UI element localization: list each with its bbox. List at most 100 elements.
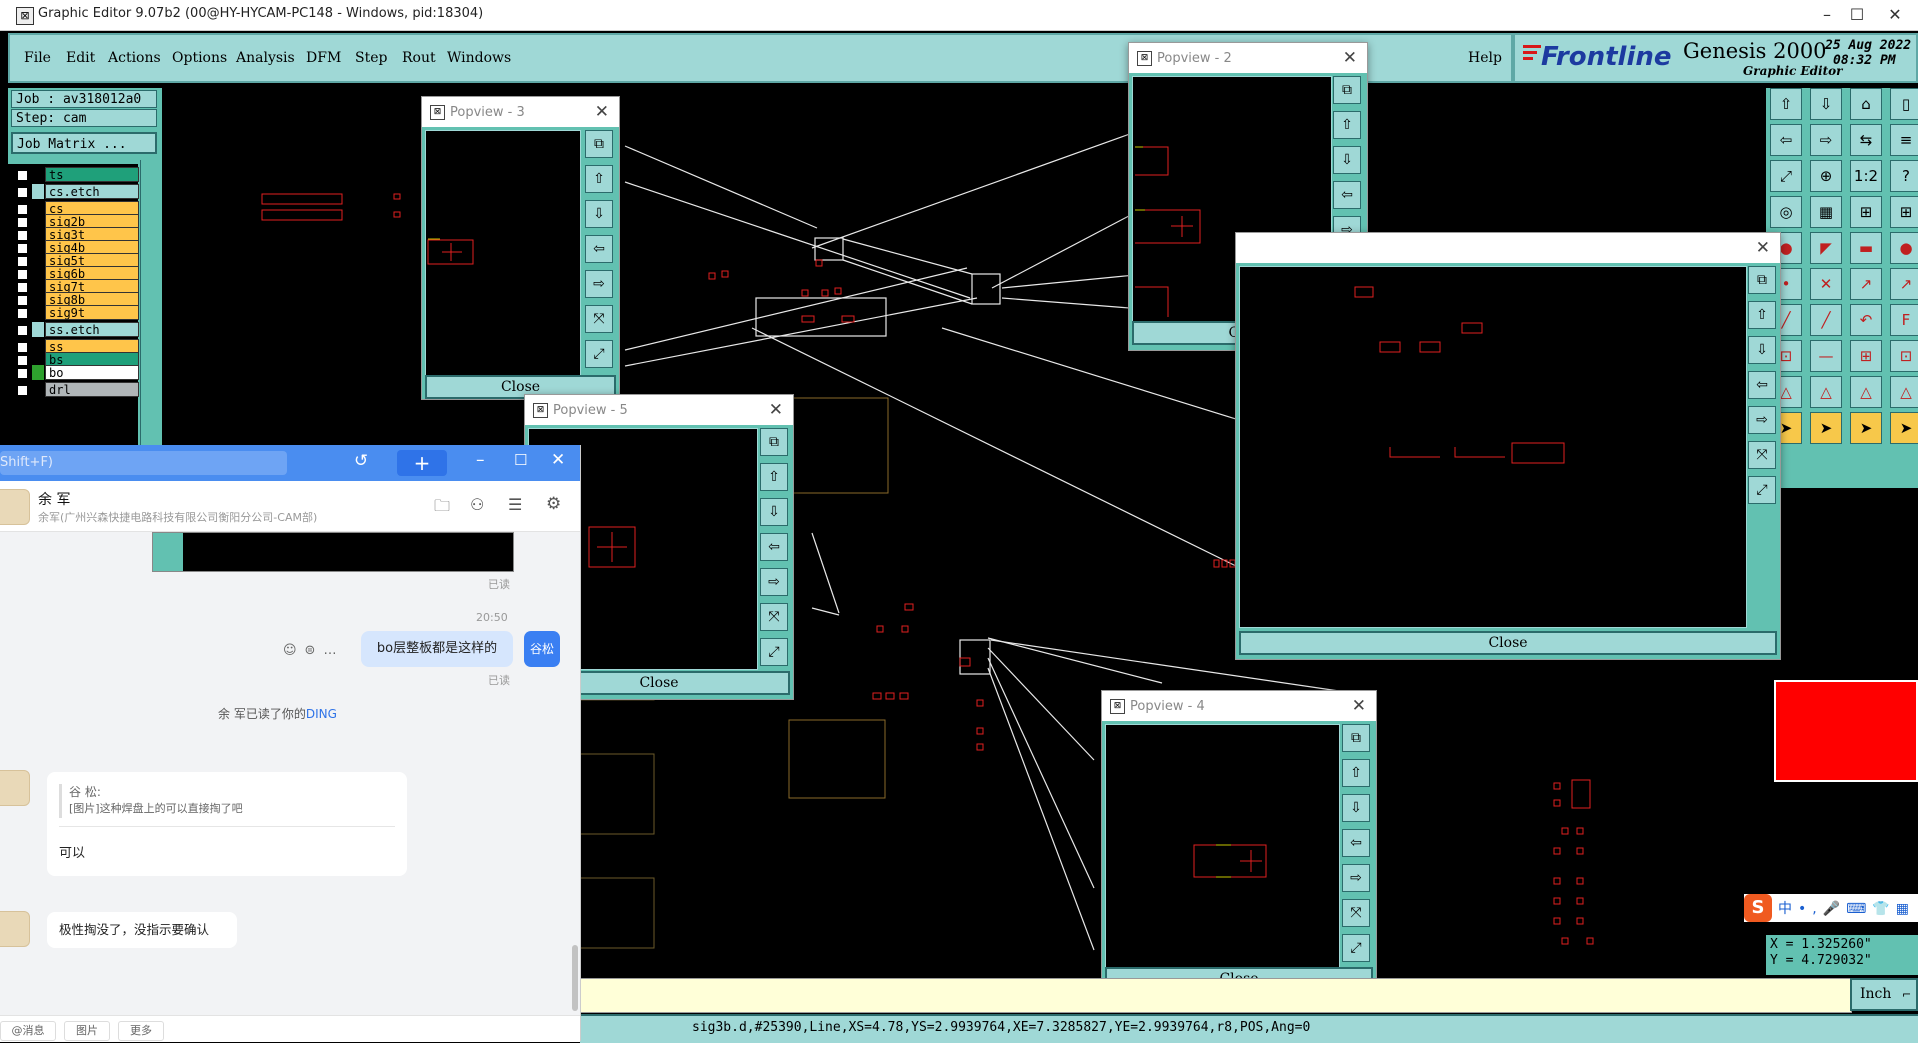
- pan-up-icon[interactable]: ⇧: [1770, 88, 1802, 120]
- zoom-fit-icon[interactable]: ⧉: [585, 130, 613, 158]
- line-icon[interactable]: ▬: [1850, 232, 1882, 264]
- close-icon[interactable]: ✕: [1756, 238, 1770, 258]
- layer-name[interactable]: drl: [45, 382, 139, 397]
- font-icon[interactable]: F: [1890, 304, 1918, 336]
- layer-name[interactable]: ts: [45, 167, 139, 182]
- menu-help[interactable]: Help: [1468, 50, 1502, 66]
- dash-icon[interactable]: —: [1810, 340, 1842, 372]
- tab-images[interactable]: 图片: [64, 1021, 110, 1041]
- close-icon[interactable]: ✕: [769, 400, 783, 420]
- pan-left-icon[interactable]: ⇦: [1748, 371, 1776, 399]
- layer-row-drl[interactable]: drl: [12, 382, 140, 397]
- incoming-message[interactable]: 极性掏没了，没指示要确认: [47, 912, 237, 948]
- zoom-out-icon[interactable]: ⤢: [585, 340, 613, 368]
- dot-icon[interactable]: ●: [1890, 232, 1918, 264]
- menu-actions[interactable]: Actions: [108, 50, 161, 66]
- select-arrow-icon[interactable]: ➤: [1890, 412, 1918, 444]
- layer-checkbox[interactable]: [16, 324, 29, 337]
- pan-left-icon[interactable]: ⇦: [585, 235, 613, 263]
- triangle4-icon[interactable]: △: [1890, 376, 1918, 408]
- select-box-icon[interactable]: ⊡: [1890, 340, 1918, 372]
- close-icon[interactable]: ✕: [595, 102, 609, 122]
- popview-canvas[interactable]: [1105, 724, 1340, 968]
- zoom-out-icon[interactable]: ⤢: [1342, 934, 1370, 962]
- popview-canvas[interactable]: [1239, 266, 1747, 628]
- close-icon[interactable]: ✕: [551, 450, 565, 470]
- list-icon[interactable]: ≡: [1890, 124, 1918, 156]
- add-member-icon[interactable]: ⚇: [470, 495, 484, 514]
- tab-more[interactable]: 更多: [118, 1021, 164, 1041]
- chat-search-input[interactable]: Shift+F): [0, 451, 287, 475]
- pan-left-icon[interactable]: ⇦: [1770, 124, 1802, 156]
- zoom-fit-icon[interactable]: ⧉: [760, 428, 788, 456]
- image-message-thumbnail[interactable]: [152, 532, 514, 572]
- pan-up-icon[interactable]: ⇧: [1333, 111, 1361, 139]
- page-icon[interactable]: ▯: [1890, 88, 1918, 120]
- scale-icon[interactable]: 1:2: [1850, 160, 1882, 192]
- layer-checkbox[interactable]: [16, 169, 29, 182]
- frame-icon[interactable]: ⊞: [1850, 340, 1882, 372]
- pan-right-icon[interactable]: ⇨: [1748, 406, 1776, 434]
- layer-checkbox[interactable]: [16, 186, 29, 199]
- layer-row-cs-etch[interactable]: cs.etch: [12, 184, 140, 199]
- pan-left-icon[interactable]: ⇦: [1333, 181, 1361, 209]
- pan-up-icon[interactable]: ⇧: [1342, 759, 1370, 787]
- pan-up-icon[interactable]: ⇧: [585, 165, 613, 193]
- zoom-in-icon[interactable]: ⤧: [760, 603, 788, 631]
- pan-down-icon[interactable]: ⇩: [1748, 336, 1776, 364]
- layer-name[interactable]: sig9t: [45, 305, 139, 320]
- zoom-out-icon[interactable]: ⤢: [1748, 476, 1776, 504]
- tab-mentions[interactable]: @消息: [0, 1021, 56, 1041]
- zoom-fit-icon[interactable]: ⧉: [1748, 266, 1776, 294]
- maximize-button[interactable]: ☐: [1842, 4, 1872, 26]
- pan-down-icon[interactable]: ⇩: [1333, 146, 1361, 174]
- select-arrow-icon[interactable]: ➤: [1810, 412, 1842, 444]
- job-matrix-button[interactable]: Job Matrix ...: [11, 132, 157, 154]
- zoom-fit-icon[interactable]: ⧉: [1333, 76, 1361, 104]
- menu-windows[interactable]: Windows: [447, 50, 511, 66]
- layer-name[interactable]: bo: [45, 365, 139, 380]
- layer-scrollbar[interactable]: [140, 160, 161, 450]
- help-icon[interactable]: ?: [1890, 160, 1918, 192]
- pan-down-icon[interactable]: ⇩: [760, 498, 788, 526]
- close-icon[interactable]: ✕: [1343, 48, 1357, 68]
- pan-left-icon[interactable]: ⇦: [760, 533, 788, 561]
- arrow2-icon[interactable]: ↗: [1890, 268, 1918, 300]
- ding-link[interactable]: DING: [306, 707, 337, 721]
- layer-checkbox[interactable]: [16, 367, 29, 380]
- pan-right-icon[interactable]: ⇨: [585, 270, 613, 298]
- folder-icon[interactable]: 🗀: [434, 495, 450, 522]
- search-history-icon[interactable]: ☰: [508, 495, 522, 514]
- cross-icon[interactable]: ✕: [1810, 268, 1842, 300]
- history-icon[interactable]: ↺: [354, 451, 368, 471]
- layer-checkbox[interactable]: [16, 307, 29, 320]
- undo-icon[interactable]: ↶: [1850, 304, 1882, 336]
- pan-down-icon[interactable]: ⇩: [1810, 88, 1842, 120]
- zoom-fit-icon[interactable]: ⤢: [1770, 160, 1802, 192]
- zoom-in-icon[interactable]: ⤧: [1342, 899, 1370, 927]
- add-button[interactable]: +: [397, 450, 447, 476]
- zoom-out-icon[interactable]: ⤢: [760, 638, 788, 666]
- close-button[interactable]: Close: [1239, 631, 1777, 655]
- layer-row-ts[interactable]: ts: [12, 167, 140, 182]
- pan-left-icon[interactable]: ⇦: [1342, 829, 1370, 857]
- pan-up-icon[interactable]: ⇧: [1748, 301, 1776, 329]
- chat-scrollbar[interactable]: [572, 945, 578, 1011]
- zoom-in-icon[interactable]: ⤧: [1748, 441, 1776, 469]
- menu-edit[interactable]: Edit: [66, 50, 95, 66]
- select-arrow-icon[interactable]: ➤: [1850, 412, 1882, 444]
- close-window-button[interactable]: ✕: [1880, 4, 1910, 26]
- pan-right-icon[interactable]: ⇨: [760, 568, 788, 596]
- unit-selector[interactable]: Inch ⌐: [1850, 978, 1918, 1011]
- layer-row-ss-etch[interactable]: ss.etch: [12, 322, 140, 337]
- pan-right-icon[interactable]: ⇨: [1810, 124, 1842, 156]
- menu-dfm[interactable]: DFM: [306, 50, 341, 66]
- triangle2-icon[interactable]: △: [1810, 376, 1842, 408]
- settings-icon[interactable]: ⚙: [546, 494, 561, 514]
- menu-rout[interactable]: Rout: [402, 50, 436, 66]
- menu-options[interactable]: Options: [172, 50, 227, 66]
- triangle3-icon[interactable]: △: [1850, 376, 1882, 408]
- message-actions-icon[interactable]: ☺⊜…: [283, 643, 344, 658]
- minimize-icon[interactable]: –: [476, 450, 485, 470]
- diagonal-icon[interactable]: ╱: [1810, 304, 1842, 336]
